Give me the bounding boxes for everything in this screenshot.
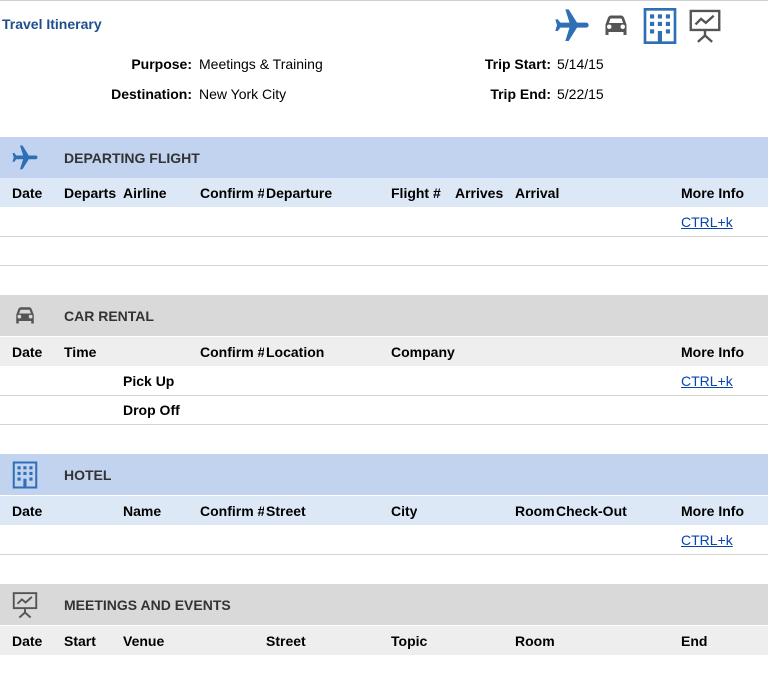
column-header: Confirm #: [200, 503, 264, 519]
column-header: Start: [64, 633, 96, 649]
flight-section-title: DEPARTING FLIGHT: [64, 150, 200, 166]
column-header: Street: [266, 503, 306, 519]
car-section-title: CAR RENTAL: [64, 308, 154, 324]
table-row: [0, 236, 768, 266]
airplane-icon: [12, 145, 38, 170]
presentation-icon: [689, 9, 721, 43]
pickup-label: Pick Up: [123, 373, 175, 389]
column-header: Date: [12, 344, 43, 360]
building-icon: [643, 8, 677, 44]
airplane-icon: [555, 9, 589, 41]
column-header: Confirm #: [200, 185, 264, 201]
destination-value: New York City: [199, 86, 287, 102]
table-row: CTRL+k: [0, 207, 768, 237]
table-row: CTRL+k: [0, 525, 768, 555]
column-header: Venue: [123, 633, 165, 649]
presentation-icon: [12, 592, 38, 619]
column-header: Time: [64, 344, 97, 360]
column-header: Arrival: [515, 185, 560, 201]
column-header: Airline: [123, 185, 167, 201]
column-header: Topic: [391, 633, 428, 649]
column-header: Location: [266, 344, 325, 360]
column-header: Street: [266, 633, 306, 649]
column-header: Company: [391, 344, 455, 360]
flight-table-header: Date Departs Airline Confirm # Departure…: [0, 178, 768, 207]
car-section-header: CAR RENTAL: [0, 295, 768, 336]
column-header: More Info: [681, 503, 744, 519]
column-header: Check-Out: [556, 503, 627, 519]
purpose-label: Purpose:: [131, 56, 192, 72]
column-header: Departure: [266, 185, 333, 201]
meetings-table-header: Date Start Venue Street Topic Room End: [0, 626, 768, 655]
table-row: Pick Up CTRL+k: [0, 366, 768, 396]
column-header: End: [681, 633, 708, 649]
column-header: Date: [12, 633, 43, 649]
car-icon: [16, 307, 34, 324]
table-row: Drop Off: [0, 395, 768, 425]
column-header: City: [391, 503, 418, 519]
meetings-section-header: MEETINGS AND EVENTS: [0, 584, 768, 625]
column-header: Date: [12, 503, 43, 519]
flight-section-header: DEPARTING FLIGHT: [0, 137, 768, 178]
car-icon: [605, 15, 627, 35]
column-header: Departs: [64, 185, 117, 201]
trip-start-label: Trip Start:: [484, 56, 551, 72]
column-header: Name: [123, 503, 162, 519]
column-header: Arrives: [455, 185, 504, 201]
trip-start-value: 5/14/15: [557, 56, 604, 72]
page-title: Travel Itinerary: [2, 16, 102, 32]
hotel-section-header: HOTEL: [0, 454, 768, 495]
column-header: Room: [515, 633, 555, 649]
car-table-header: Date Time Confirm # Location Company Mor…: [0, 337, 768, 366]
purpose-value: Meetings & Training: [199, 56, 323, 72]
dropoff-label: Drop Off: [123, 402, 180, 418]
top-border: [0, 0, 768, 1]
destination-label: Destination:: [111, 86, 192, 102]
column-header: Confirm #: [200, 344, 264, 360]
column-header: Room: [515, 503, 555, 519]
more-info-link[interactable]: CTRL+k: [681, 373, 733, 389]
hotel-table-header: Date Name Confirm # Street City Room Che…: [0, 496, 768, 525]
trip-end-value: 5/22/15: [557, 86, 604, 102]
building-icon: [12, 461, 38, 489]
header-icons: [552, 6, 724, 46]
trip-end-label: Trip End:: [490, 86, 551, 102]
meetings-section-title: MEETINGS AND EVENTS: [64, 597, 231, 613]
more-info-link[interactable]: CTRL+k: [681, 532, 733, 548]
hotel-section-title: HOTEL: [64, 467, 112, 483]
column-header: Flight #: [391, 185, 441, 201]
more-info-link[interactable]: CTRL+k: [681, 214, 733, 230]
column-header: More Info: [681, 344, 744, 360]
column-header: Date: [12, 185, 43, 201]
column-header: More Info: [681, 185, 744, 201]
